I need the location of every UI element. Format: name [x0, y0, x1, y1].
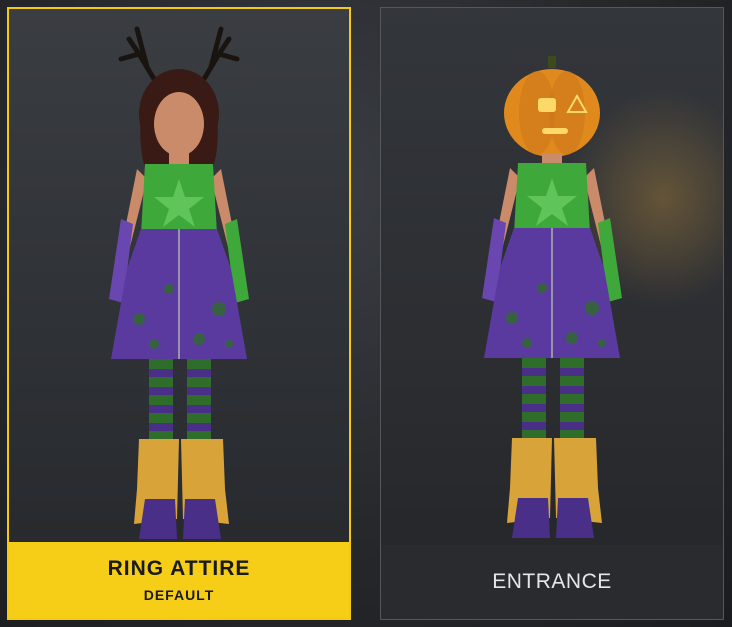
wrestler-model-antlers	[59, 19, 299, 549]
entrance-card[interactable]: ENTRANCE	[380, 7, 724, 620]
wrestler-render	[482, 56, 622, 538]
wrestler-model-pumpkin	[432, 18, 672, 548]
ring-attire-label: RING ATTIRE DEFAULT	[9, 542, 349, 618]
wrestler-render	[109, 26, 249, 539]
card-title: ENTRANCE	[492, 570, 612, 593]
card-subtitle: DEFAULT	[143, 587, 215, 603]
card-title: RING ATTIRE	[107, 557, 251, 580]
entrance-label: ENTRANCE	[381, 545, 723, 619]
ring-attire-card[interactable]: RING ATTIRE DEFAULT	[7, 7, 351, 620]
pumpkin-head-icon	[504, 56, 600, 157]
